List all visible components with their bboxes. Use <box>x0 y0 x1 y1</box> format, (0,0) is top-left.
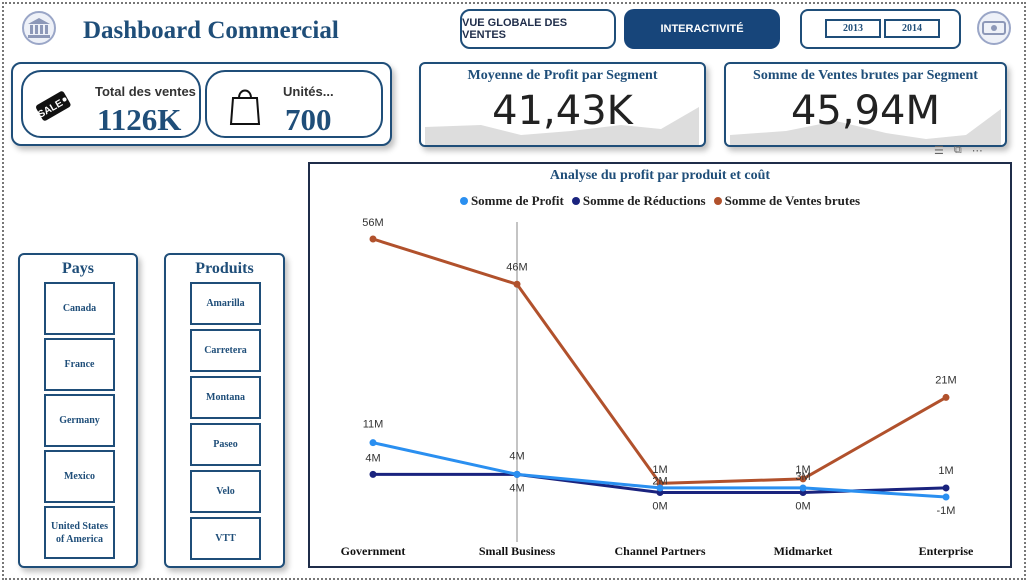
total-sales-label: Total des ventes <box>95 84 196 99</box>
total-sales-card: SALE Total des ventes 1126K <box>21 70 201 138</box>
pays-item-france[interactable]: France <box>44 338 115 391</box>
year-button-2013[interactable]: 2013 <box>825 19 881 38</box>
money-logo <box>977 11 1011 45</box>
produits-item-label: Amarilla <box>206 298 245 309</box>
data-label: 4M <box>509 482 524 494</box>
pays-item-usa[interactable]: United States of America <box>44 506 115 559</box>
data-label: 11M <box>363 419 384 431</box>
nav-interactivity-button[interactable]: INTERACTIVITÉ <box>624 9 780 49</box>
data-point[interactable] <box>369 470 377 478</box>
pays-item-label: France <box>64 359 95 370</box>
data-point[interactable] <box>799 484 807 492</box>
pays-item-mexico[interactable]: Mexico <box>44 450 115 503</box>
nav-interactivity-label: INTERACTIVITÉ <box>660 23 744 35</box>
produits-item-velo[interactable]: Velo <box>190 470 261 513</box>
shopping-bag-icon <box>229 89 261 125</box>
data-label: 1M <box>938 465 953 477</box>
data-label: 46M <box>506 261 527 273</box>
data-point[interactable] <box>513 470 521 478</box>
units-label: Unités... <box>283 84 334 99</box>
bank-icon <box>28 18 50 38</box>
data-label: 21M <box>935 374 956 386</box>
chart-plot-area: 11M4M1M 1M-1M4M4M0M 0M1M56M46M2M 3M21MGover… <box>341 217 974 558</box>
produits-item-vtt[interactable]: VTT <box>190 517 261 560</box>
data-label: 4M <box>365 452 380 464</box>
produits-item-carretera[interactable]: Carretera <box>190 329 261 372</box>
produits-item-montana[interactable]: Montana <box>190 376 261 419</box>
data-point[interactable] <box>942 493 950 501</box>
more-options-icon[interactable]: ⋯ <box>972 144 983 157</box>
data-label: 1M <box>652 464 667 476</box>
year-slicer: 2013 2014 <box>800 9 961 49</box>
pays-item-germany[interactable]: Germany <box>44 394 115 447</box>
units-value: 700 <box>285 102 332 137</box>
data-label: -1M <box>937 505 956 517</box>
sales-segment-card: Somme de Ventes brutes par Segment 45,94… <box>724 62 1007 147</box>
produits-item-label: Carretera <box>204 345 247 356</box>
data-label: 3M <box>795 471 810 483</box>
data-label: 56M <box>362 217 383 229</box>
profit-segment-card: Moyenne de Profit par Segment 41,43K <box>419 62 706 147</box>
x-tick-label: Midmarket <box>774 544 833 558</box>
year-label: 2014 <box>902 23 922 34</box>
data-point[interactable] <box>369 439 377 447</box>
series-line-2 <box>372 237 947 485</box>
data-point[interactable] <box>942 484 950 492</box>
data-label: 0M <box>652 500 667 512</box>
total-sales-value: 1126K <box>97 102 182 137</box>
data-point[interactable] <box>942 393 950 401</box>
produits-item-label: VTT <box>215 533 236 544</box>
produits-item-label: Velo <box>216 486 235 497</box>
profit-segment-title: Moyenne de Profit par Segment <box>467 68 658 83</box>
visual-header-icons: ☰ ⧉ ⋯ <box>934 144 983 157</box>
profit-segment-value: 41,43K <box>492 88 633 134</box>
focus-mode-icon[interactable]: ⧉ <box>954 144 962 157</box>
profit-analysis-chart: Analyse du profit par produit et coût So… <box>308 162 1012 568</box>
nav-sales-overview-button[interactable]: VUE GLOBALE DES VENTES <box>460 9 616 49</box>
nav-sales-overview-label: VUE GLOBALE DES VENTES <box>462 17 568 41</box>
year-label: 2013 <box>843 23 863 34</box>
produits-item-label: Paseo <box>213 439 238 450</box>
data-label: 0M <box>795 500 810 512</box>
x-tick-label: Government <box>341 544 406 558</box>
produits-item-amarilla[interactable]: Amarilla <box>190 282 261 325</box>
x-tick-label: Enterprise <box>919 544 974 558</box>
pays-item-label: Canada <box>62 303 97 314</box>
data-point[interactable] <box>513 280 521 288</box>
bank-logo <box>22 11 56 45</box>
sale-tag-icon: SALE <box>36 91 71 121</box>
pays-item-canada[interactable]: Canada <box>44 282 115 335</box>
page-title: Dashboard Commercial <box>83 17 339 44</box>
pays-item-label: Mexico <box>63 471 96 482</box>
produits-slicer-title: Produits <box>195 260 254 277</box>
pays-slicer: Pays Canada France Germany Mexico United… <box>18 253 138 568</box>
sales-segment-value: 45,94M <box>790 88 941 134</box>
sales-segment-title: Somme de Ventes brutes par Segment <box>753 68 978 83</box>
x-tick-label: Channel Partners <box>615 544 706 558</box>
data-label: 4M <box>509 450 524 462</box>
x-tick-label: Small Business <box>479 544 556 558</box>
pays-item-label: United States of America <box>51 520 108 545</box>
data-label: 2M <box>652 475 667 487</box>
data-point[interactable] <box>369 235 377 243</box>
pays-item-label: Germany <box>59 415 100 426</box>
money-icon <box>982 21 1006 35</box>
pays-slicer-title: Pays <box>62 260 94 277</box>
units-card: Unités... 700 <box>205 70 383 138</box>
year-button-2014[interactable]: 2014 <box>884 19 940 38</box>
kpi-container: SALE Total des ventes 1126K Unités... 70… <box>11 62 392 146</box>
produits-item-label: Montana <box>206 392 245 403</box>
produits-item-paseo[interactable]: Paseo <box>190 423 261 466</box>
filter-icon[interactable]: ☰ <box>934 144 944 157</box>
produits-slicer: Produits Amarilla Carretera Montana Pase… <box>164 253 285 568</box>
